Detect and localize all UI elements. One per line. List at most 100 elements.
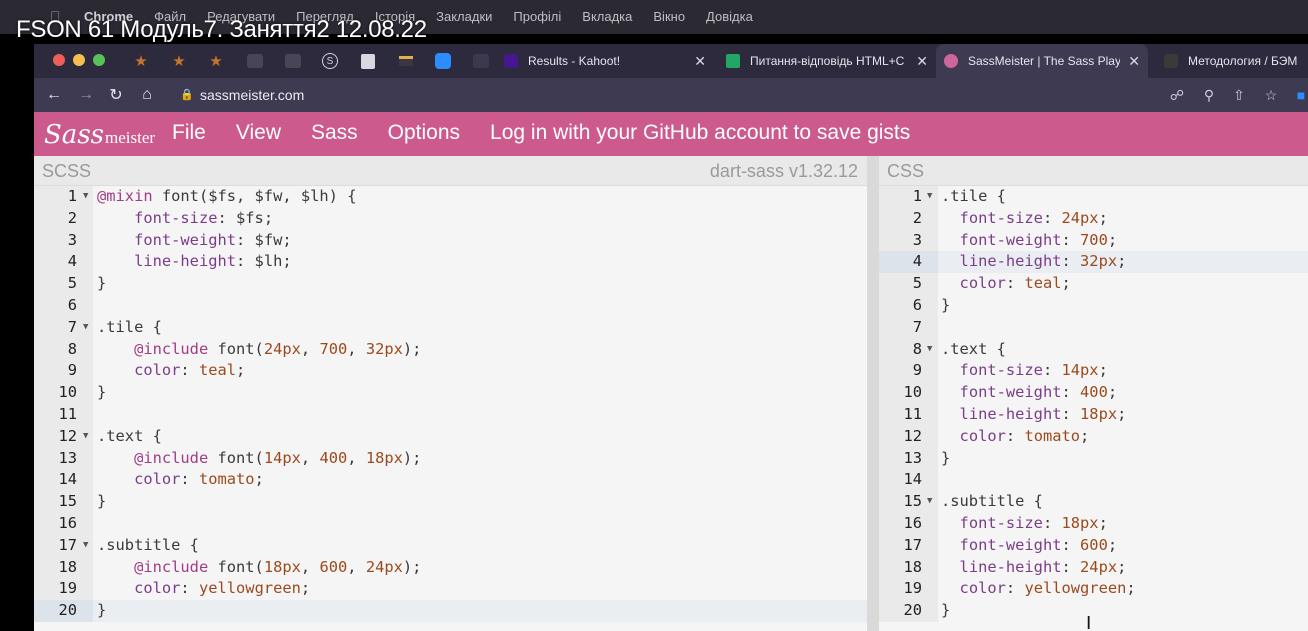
code-line[interactable]: 6 xyxy=(34,294,867,317)
github-login-link[interactable]: Log in with your GitHub account to save … xyxy=(490,121,910,145)
code-text: @include font(18px, 600, 24px); xyxy=(134,557,422,576)
code-text: color: yellowgreen; xyxy=(134,579,311,598)
forward-arrow-icon[interactable]: → xyxy=(76,85,96,105)
code-line[interactable]: 8 @include font(24px, 700, 32px); xyxy=(34,338,867,361)
code-line[interactable]: 11 xyxy=(34,403,867,426)
code-line[interactable]: 8 ▼ .text { xyxy=(879,338,1308,361)
code-line[interactable]: 11 line-height: 18px; xyxy=(879,403,1308,426)
tab-kahoot[interactable]: Results - Kahoot! ✕ xyxy=(504,44,714,78)
tab-sheets[interactable]: Питання-відповідь HTML+C ✕ xyxy=(726,44,936,78)
code-line[interactable]: 20} xyxy=(879,600,1308,622)
code-line[interactable]: 14 xyxy=(879,469,1308,492)
maximize-window-button[interactable] xyxy=(93,54,105,66)
url-field[interactable]: 🔒 sassmeister.com xyxy=(170,81,1290,109)
menu-item[interactable]: Вікно xyxy=(653,9,685,24)
bookmark-star-icon[interactable]: ☆ xyxy=(1262,86,1280,104)
pinned-tab[interactable] xyxy=(240,50,270,72)
menu-item[interactable]: Вкладка xyxy=(582,9,632,24)
code-line[interactable]: 10 font-weight: 400; xyxy=(879,382,1308,404)
pinned-tab[interactable] xyxy=(428,50,458,72)
code-line[interactable]: 4 line-height: 32px; xyxy=(879,251,1308,274)
css-code[interactable]: 1 ▼ .tile {2 font-size: 24px; 3 font-weight… xyxy=(879,186,1308,622)
pane-divider[interactable] xyxy=(867,156,879,631)
line-number: 2 xyxy=(912,208,922,227)
code-line[interactable]: 13} xyxy=(879,447,1308,470)
close-tab-icon[interactable]: ✕ xyxy=(1128,53,1140,70)
css-output-pane[interactable]: CSS 1 ▼ .tile {2 font-size: 24px; 3 font-we… xyxy=(879,156,1308,631)
reload-icon[interactable]: ↻ xyxy=(106,85,126,105)
pinned-tab-bookmark[interactable]: ★ xyxy=(126,50,156,72)
fold-arrow-icon[interactable]: ▼ xyxy=(83,426,88,448)
sassmeister-logo[interactable]: Sass meister xyxy=(44,118,155,150)
back-arrow-icon[interactable]: ← xyxy=(44,85,64,105)
code-line[interactable]: 7 xyxy=(879,316,1308,339)
pinned-tab[interactable] xyxy=(353,50,383,72)
compiler-version[interactable]: dart-sass v1.32.12 xyxy=(710,161,858,182)
scss-code[interactable]: 1 ▼ @mixin font($fs, $fw, $lh) {2 font-siz… xyxy=(34,186,867,622)
code-line[interactable]: 19 color: yellowgreen; xyxy=(34,578,867,601)
line-gutter: 7 xyxy=(879,316,938,339)
code-line[interactable]: 5} xyxy=(34,273,867,295)
close-window-button[interactable] xyxy=(53,54,65,66)
extension-icon[interactable]: ■ xyxy=(1292,86,1308,104)
home-icon[interactable]: ⌂ xyxy=(137,85,157,105)
code-text: } xyxy=(941,448,951,467)
close-tab-icon[interactable]: ✕ xyxy=(694,53,706,70)
menu-item[interactable]: Довідка xyxy=(706,9,753,24)
code-line[interactable]: 17 ▼ .subtitle { xyxy=(34,534,867,557)
code-line[interactable]: 9 color: teal; xyxy=(34,360,867,383)
code-line[interactable]: 15} xyxy=(34,491,867,513)
pinned-tab-bookmark[interactable]: ★ xyxy=(201,50,231,72)
share-icon[interactable]: ⇧ xyxy=(1230,86,1248,104)
code-line[interactable]: 3 font-weight: $fw; xyxy=(34,229,867,252)
fold-arrow-icon[interactable]: ▼ xyxy=(83,186,88,208)
code-line[interactable]: 16 xyxy=(34,512,867,535)
fold-arrow-icon[interactable]: ▼ xyxy=(927,186,932,208)
close-tab-icon[interactable]: ✕ xyxy=(916,53,928,70)
code-line[interactable]: 19 color: yellowgreen; xyxy=(879,578,1308,601)
translate-icon[interactable]: ☍ xyxy=(1168,86,1186,104)
sassmeister-menu-item[interactable]: Options xyxy=(388,121,460,145)
zoom-magnifier-icon[interactable]: ⚲ xyxy=(1200,86,1218,104)
code-line[interactable]: 7 ▼ .tile { xyxy=(34,316,867,339)
scss-editor-pane[interactable]: SCSS dart-sass v1.32.12 1 ▼ @mixin font($f… xyxy=(34,156,867,631)
code-line[interactable]: 13 @include font(14px, 400, 18px); xyxy=(34,447,867,470)
code-line[interactable]: 5 color: teal; xyxy=(879,273,1308,295)
code-line[interactable]: 16 font-size: 18px; xyxy=(879,512,1308,535)
code-line[interactable]: 20} xyxy=(34,600,867,622)
code-line[interactable]: 17 font-weight: 600; xyxy=(879,534,1308,557)
code-line[interactable]: 3 font-weight: 700; xyxy=(879,229,1308,252)
code-line[interactable]: 18 line-height: 24px; xyxy=(879,556,1308,579)
pinned-tab[interactable] xyxy=(466,50,496,72)
code-line[interactable]: 4 line-height: $lh; xyxy=(34,251,867,274)
code-line[interactable]: 1 ▼ .tile { xyxy=(879,186,1308,208)
menu-item[interactable]: Профілі xyxy=(513,9,561,24)
sassmeister-menu-item[interactable]: File xyxy=(172,121,206,145)
code-line[interactable]: 10} xyxy=(34,382,867,404)
tab-github[interactable]: Методология / БЭМ xyxy=(1162,44,1308,78)
pinned-tab[interactable]: S xyxy=(315,50,345,72)
code-line[interactable]: 15 ▼ .subtitle { xyxy=(879,491,1308,513)
code-line[interactable]: 6} xyxy=(879,294,1308,317)
fold-arrow-icon[interactable]: ▼ xyxy=(83,317,88,339)
tab-sassmeister[interactable]: SassMeister | The Sass Play ✕ xyxy=(936,44,1148,78)
code-line[interactable]: 2 font-size: $fs; xyxy=(34,207,867,230)
pinned-tab-bookmark[interactable]: ★ xyxy=(164,50,194,72)
code-line[interactable]: 12 color: tomato; xyxy=(879,425,1308,448)
pinned-tab[interactable] xyxy=(278,50,308,72)
code-line[interactable]: 9 font-size: 14px; xyxy=(879,360,1308,383)
fold-arrow-icon[interactable]: ▼ xyxy=(83,535,88,557)
code-line[interactable]: 14 color: tomato; xyxy=(34,469,867,492)
code-line[interactable]: 18 @include font(18px, 600, 24px); xyxy=(34,556,867,579)
fold-arrow-icon[interactable]: ▼ xyxy=(927,491,932,513)
code-line[interactable]: 12 ▼ .text { xyxy=(34,425,867,448)
code-line[interactable]: 1 ▼ @mixin font($fs, $fw, $lh) { xyxy=(34,186,867,208)
code-line[interactable]: 2 font-size: 24px; xyxy=(879,207,1308,230)
sassmeister-menu-item[interactable]: View xyxy=(236,121,281,145)
menu-item[interactable]: Закладки xyxy=(436,9,492,24)
minimize-window-button[interactable] xyxy=(73,54,85,66)
sheets-icon xyxy=(726,54,740,68)
pinned-tab[interactable] xyxy=(391,50,421,72)
fold-arrow-icon[interactable]: ▼ xyxy=(927,339,932,361)
sassmeister-menu-item[interactable]: Sass xyxy=(311,121,358,145)
